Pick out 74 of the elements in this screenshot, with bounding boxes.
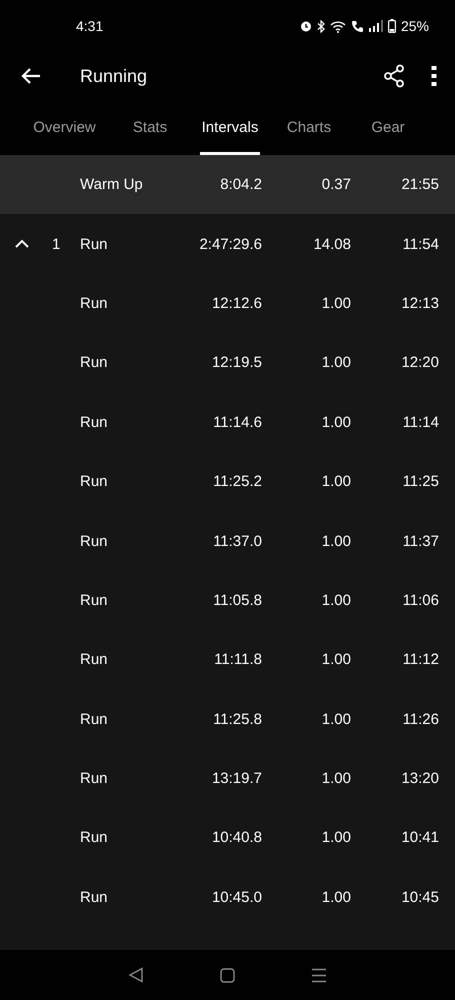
interval-name: Run xyxy=(80,651,109,668)
interval-distance: 1.00 xyxy=(320,473,351,490)
bluetooth-icon xyxy=(316,20,325,32)
interval-pace: 11:25 xyxy=(402,473,439,490)
interval-time: 11:37.0 xyxy=(212,532,262,550)
interval-distance: 14.08 xyxy=(312,236,351,253)
call-icon xyxy=(350,20,364,32)
interval-time: 12:12.6 xyxy=(210,294,262,312)
interval-pace: 10:45 xyxy=(400,888,439,906)
interval-distance: 1.00 xyxy=(320,414,351,431)
tab[interactable]: Charts xyxy=(275,100,343,155)
interval-time: 11:05.8 xyxy=(212,592,262,609)
interval-distance: 1.00 xyxy=(320,710,351,728)
tab[interactable]: Gear xyxy=(343,100,433,155)
interval-time: 8:04.2 xyxy=(219,176,262,194)
screen-title: Running xyxy=(80,66,148,86)
interval-time: 11:25.8 xyxy=(212,710,262,728)
wifi-icon xyxy=(330,20,346,32)
interval-name: Run xyxy=(80,592,109,609)
interval-pace: 10:41 xyxy=(400,829,439,846)
interval-time: 12:19.5 xyxy=(210,354,262,372)
interval-pace: 12:20 xyxy=(400,354,439,372)
interval-name: Run xyxy=(80,770,109,788)
interval-distance: 1.00 xyxy=(320,651,351,668)
battery-icon xyxy=(388,19,396,33)
interval-name: Run xyxy=(80,414,109,431)
interval-name: Run xyxy=(80,236,109,253)
interval-pace: 12:13 xyxy=(400,294,439,312)
alarm-icon xyxy=(300,20,312,32)
interval-distance: 1.00 xyxy=(320,592,351,609)
interval-pace: 13:20 xyxy=(400,770,439,788)
interval-time: 10:45.0 xyxy=(210,888,262,906)
interval-name: Run xyxy=(80,710,109,728)
status-time: 4:31 xyxy=(76,18,104,34)
interval-time: 11:11.8 xyxy=(213,651,262,668)
interval-name: Run xyxy=(80,532,109,550)
interval-distance: 1.00 xyxy=(320,770,351,788)
interval-distance: 1.00 xyxy=(320,532,351,550)
interval-name: Warm Up xyxy=(80,176,144,194)
interval-pace: 11:26 xyxy=(402,710,439,728)
interval-time: 10:40.8 xyxy=(210,829,262,846)
interval-time: 13:19.7 xyxy=(210,770,262,788)
interval-name: Run xyxy=(80,888,109,906)
interval-pace: 11:54 xyxy=(402,236,439,253)
back-nav-icon[interactable] xyxy=(128,967,144,983)
interval-time: 11:14.6 xyxy=(212,414,262,431)
signal-icon xyxy=(368,20,383,32)
interval-distance: 1.00 xyxy=(320,294,351,312)
interval-distance: 0.37 xyxy=(320,176,351,194)
share-icon[interactable] xyxy=(383,64,405,88)
tab[interactable]: Overview xyxy=(14,100,115,155)
interval-pace: 11:12 xyxy=(402,651,439,668)
tab[interactable]: Intervals xyxy=(185,100,275,155)
home-nav-icon[interactable] xyxy=(220,968,235,982)
interval-distance: 1.00 xyxy=(320,888,351,906)
interval-time: 11:25.2 xyxy=(212,473,262,490)
collapse-icon[interactable] xyxy=(14,239,30,250)
interval-time: 2:47:29.6 xyxy=(198,236,262,253)
interval-pace: 21:55 xyxy=(400,176,439,194)
tab[interactable]: Stats xyxy=(115,100,185,155)
back-icon[interactable] xyxy=(20,67,42,85)
interval-pace: 11:06 xyxy=(402,592,439,609)
battery-level: 25% xyxy=(400,18,429,34)
interval-name: Run xyxy=(80,354,109,372)
interval-name: Run xyxy=(80,473,109,490)
interval-number: 1 xyxy=(51,236,62,253)
interval-name: Run xyxy=(80,829,109,846)
interval-name: Run xyxy=(80,294,109,312)
recents-nav-icon[interactable] xyxy=(311,968,327,982)
interval-pace: 11:37 xyxy=(402,532,439,550)
interval-distance: 1.00 xyxy=(320,354,351,372)
interval-distance: 1.00 xyxy=(320,829,351,846)
more-options-icon[interactable] xyxy=(431,65,437,87)
interval-pace: 11:14 xyxy=(402,414,439,431)
